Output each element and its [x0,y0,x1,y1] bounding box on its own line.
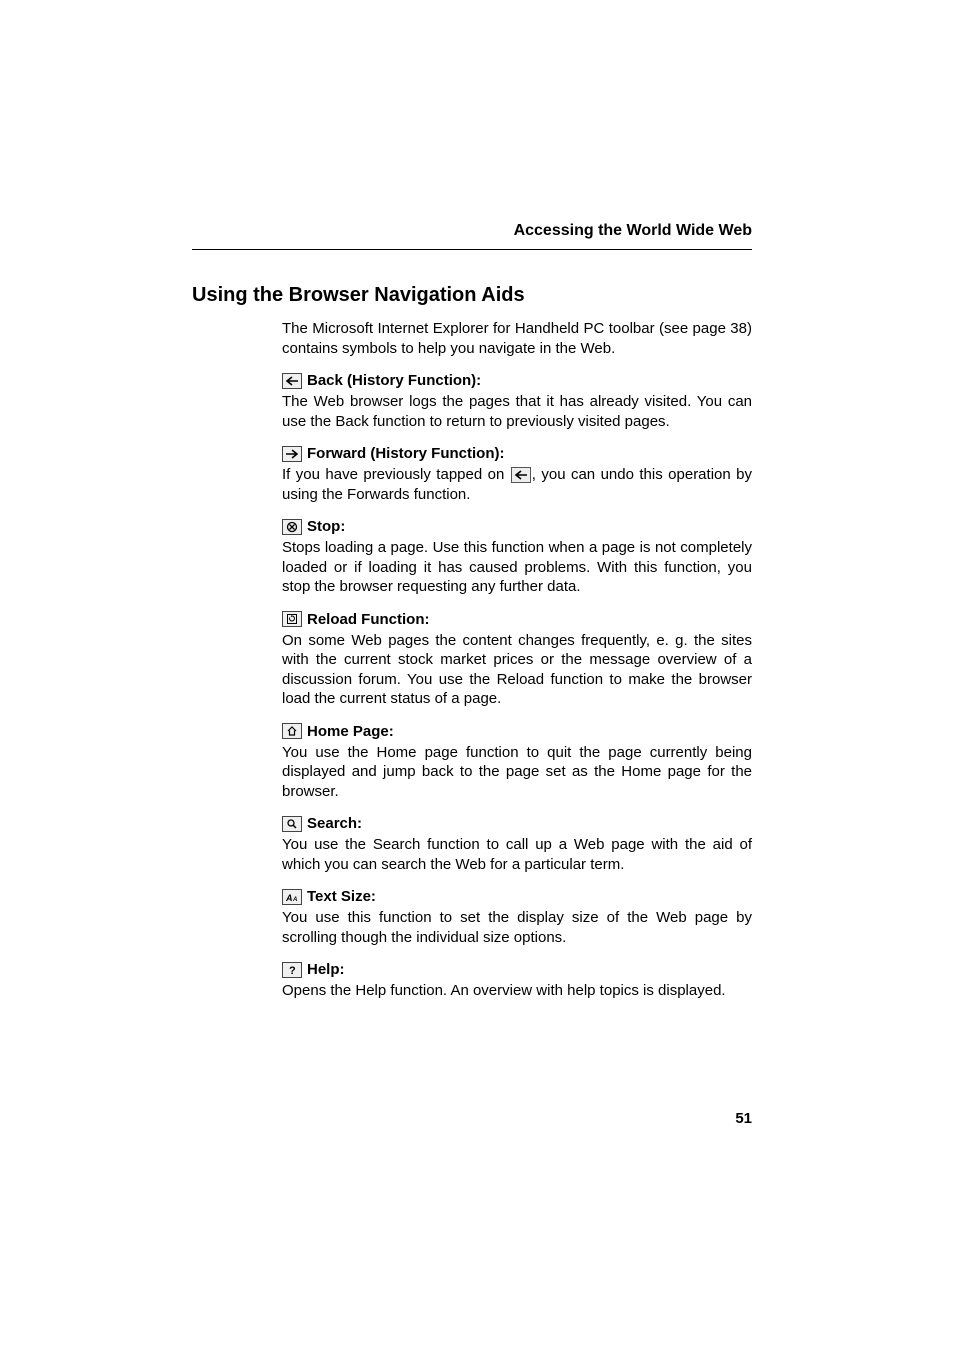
item-title: Text Size: [307,888,376,905]
item-body: Stops loading a page. Use this function … [282,538,752,597]
intro-paragraph: The Microsoft Internet Explorer for Hand… [282,319,752,358]
svg-text:?: ? [289,965,296,976]
item-stop: Stop: Stops loading a page. Use this fun… [282,518,752,597]
item-textsize: AA Text Size: You use this function to s… [282,888,752,947]
help-icon: ? [282,962,302,978]
item-title: Back (History Function): [307,372,481,389]
item-title: Stop: [307,518,345,535]
search-icon [282,816,302,832]
arrow-left-icon [282,373,302,389]
item-home: Home Page: You use the Home page functio… [282,723,752,802]
page-number: 51 [735,1110,752,1127]
item-body: On some Web pages the content changes fr… [282,631,752,709]
item-body: Opens the Help function. An overview wit… [282,981,752,1001]
item-title: Help: [307,961,345,978]
reload-icon [282,611,302,627]
item-body: You use this function to set the display… [282,908,752,947]
item-search: Search: You use the Search function to c… [282,815,752,874]
svg-text:A: A [292,897,297,903]
item-body: You use the Home page function to quit t… [282,743,752,802]
page-content: Accessing the World Wide Web Using the B… [0,0,954,1001]
arrow-right-icon [282,446,302,462]
item-title: Forward (History Function): [307,445,505,462]
section-heading: Using the Browser Navigation Aids [192,284,752,307]
item-back: Back (History Function): The Web browser… [282,372,752,431]
item-title: Home Page: [307,723,394,740]
arrow-left-inline-icon [511,467,531,483]
item-title: Reload Function: [307,611,430,628]
item-body: The Web browser logs the pages that it h… [282,392,752,431]
body-prefix: If you have previously tapped on [282,466,510,483]
item-title: Search: [307,815,362,832]
running-header: Accessing the World Wide Web [192,222,752,250]
item-reload: Reload Function: On some Web pages the c… [282,611,752,709]
svg-text:A: A [285,893,293,903]
item-help: ? Help: Opens the Help function. An over… [282,961,752,1001]
stop-icon [282,519,302,535]
item-body: You use the Search function to call up a… [282,835,752,874]
text-size-icon: AA [282,889,302,905]
item-body: If you have previously tapped on , you c… [282,465,752,504]
content-area: The Microsoft Internet Explorer for Hand… [282,319,752,1001]
home-icon [282,723,302,739]
item-forward: Forward (History Function): If you have … [282,445,752,504]
